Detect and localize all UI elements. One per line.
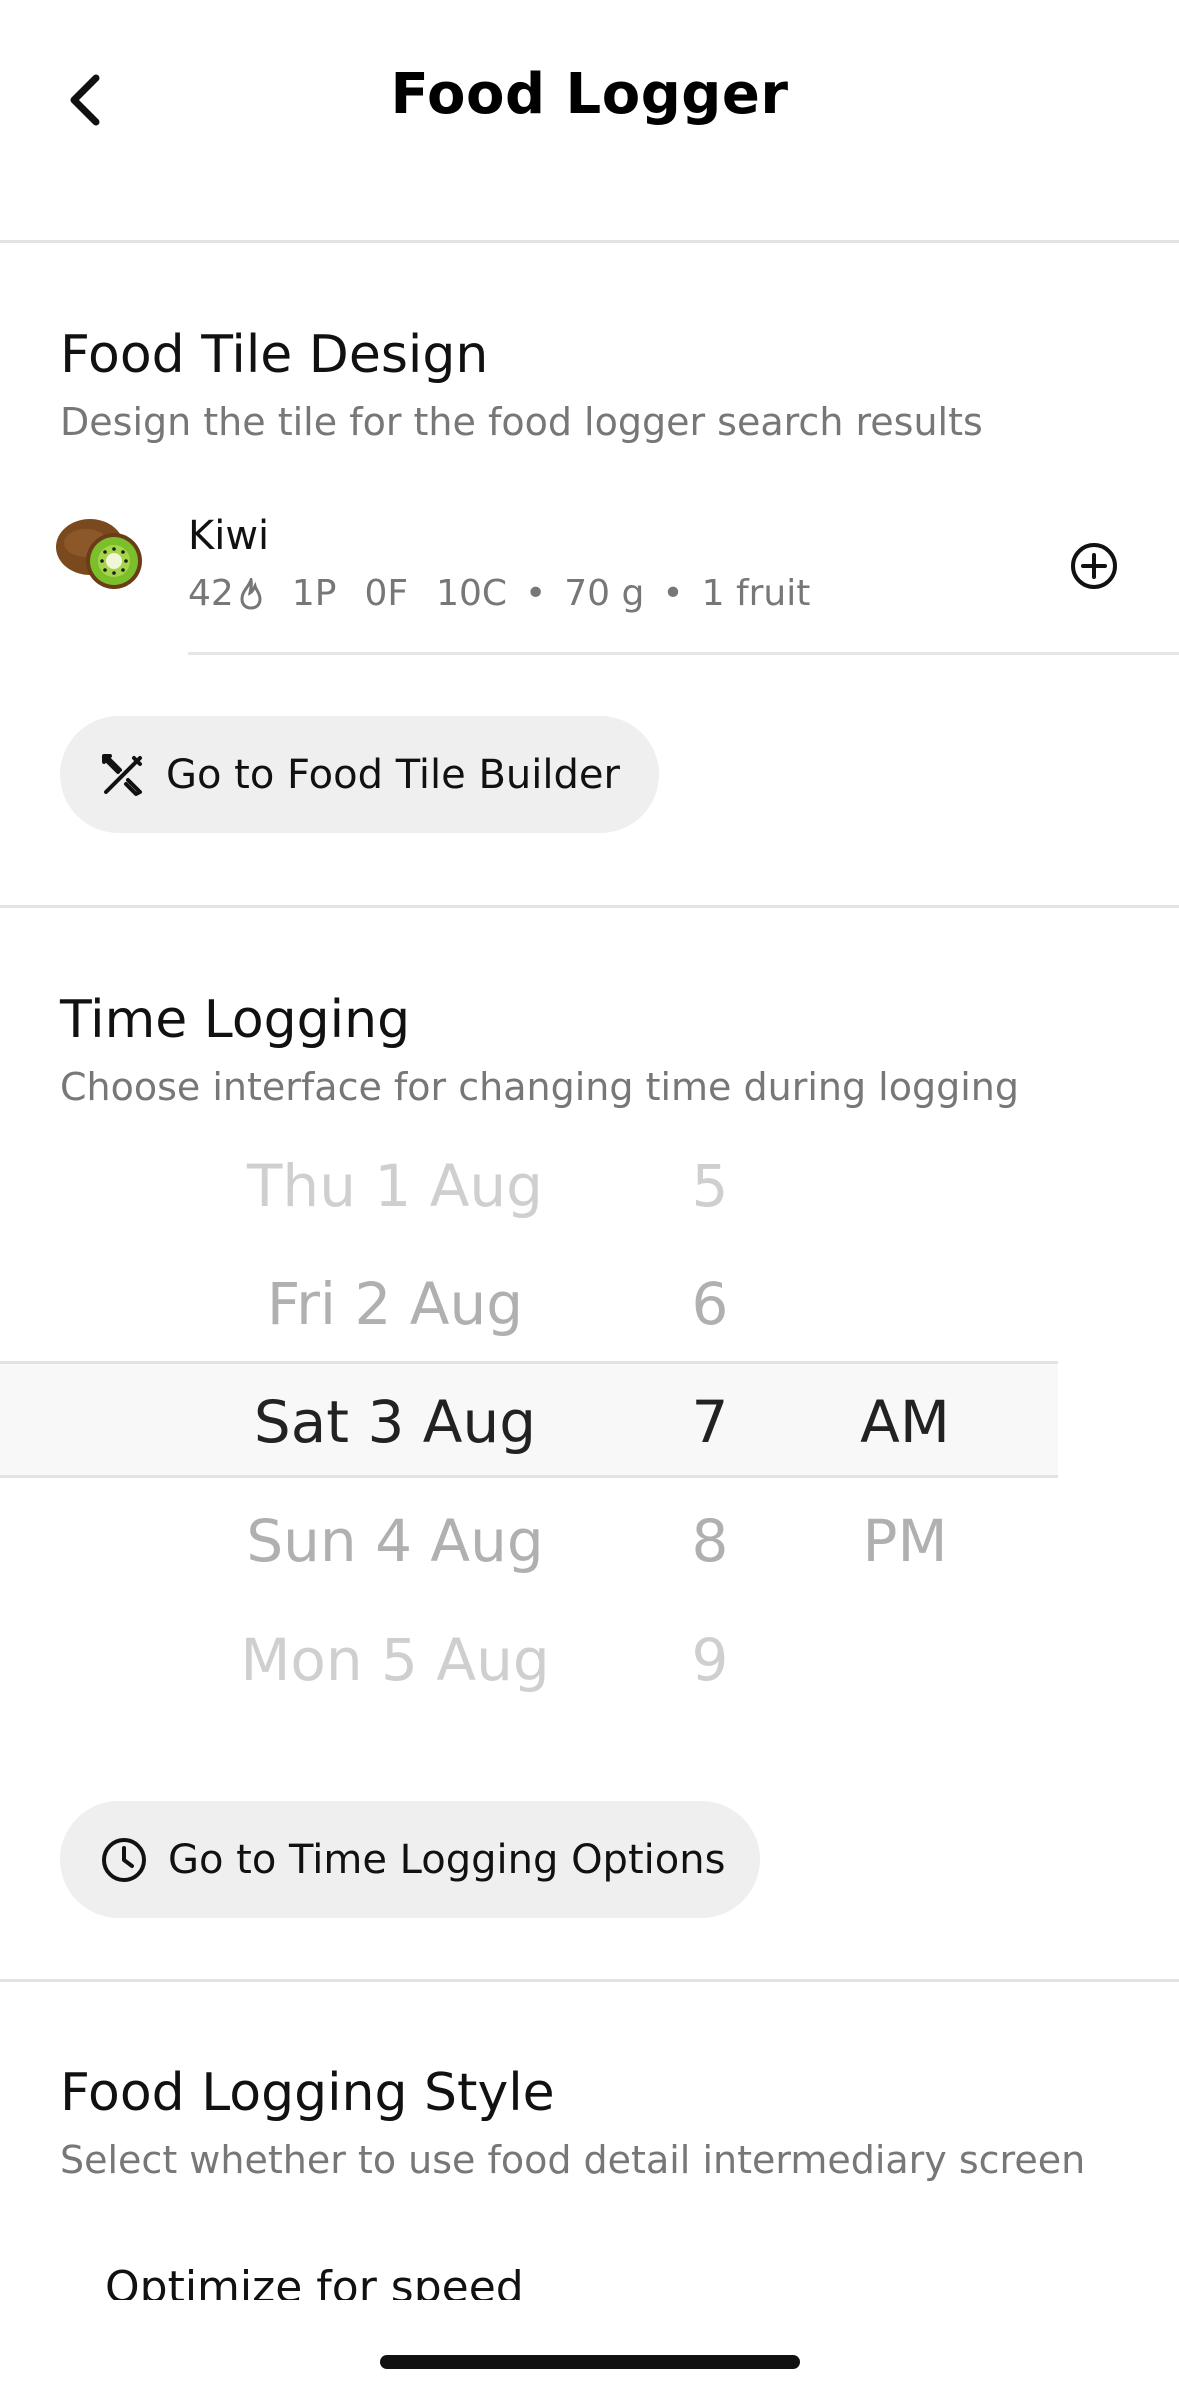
food-logging-style-title: Food Logging Style xyxy=(60,2063,555,2123)
separator-dot: • xyxy=(662,573,684,614)
date-option-selected[interactable]: Sat 3 Aug xyxy=(190,1388,600,1456)
section-divider xyxy=(0,1979,1179,1982)
period-option-selected[interactable]: AM xyxy=(820,1388,990,1456)
time-logging-options-button[interactable]: Go to Time Logging Options xyxy=(60,1801,760,1918)
hour-option[interactable]: 9 xyxy=(640,1626,780,1694)
plus-circle-icon xyxy=(1071,543,1117,589)
flame-icon xyxy=(240,577,262,610)
time-logging-section-title: Time Logging xyxy=(60,990,411,1050)
date-option[interactable]: Mon 5 Aug xyxy=(190,1626,600,1694)
fat-value: 0F xyxy=(364,573,409,614)
food-logging-style-subtitle: Select whether to use food detail interm… xyxy=(60,2138,1086,2182)
section-divider xyxy=(0,905,1179,908)
date-option[interactable]: Thu 1 Aug xyxy=(190,1152,600,1220)
food-tile-builder-label: Go to Food Tile Builder xyxy=(166,751,620,798)
protein-value: 1P xyxy=(291,573,337,614)
food-tile-section-title: Food Tile Design xyxy=(60,325,489,385)
separator-dot: • xyxy=(525,573,547,614)
serving-value: 1 fruit xyxy=(701,573,811,614)
add-food-button[interactable] xyxy=(1068,540,1120,592)
header-divider xyxy=(0,240,1179,243)
hour-option[interactable]: 5 xyxy=(640,1152,780,1220)
carbs-value: 10C xyxy=(436,573,508,614)
home-indicator[interactable] xyxy=(380,2355,800,2369)
time-logging-options-label: Go to Time Logging Options xyxy=(168,1836,726,1883)
kiwi-image xyxy=(52,515,152,595)
date-option[interactable]: Sun 4 Aug xyxy=(190,1507,600,1575)
food-name: Kiwi xyxy=(188,513,270,559)
weight-value: 70 g xyxy=(564,573,645,614)
clock-icon xyxy=(102,1837,146,1882)
period-option[interactable]: PM xyxy=(820,1507,990,1575)
calories-value: 42 xyxy=(188,573,234,614)
tools-icon xyxy=(102,753,142,796)
time-logging-section-subtitle: Choose interface for changing time durin… xyxy=(60,1065,1019,1109)
optimize-for-speed-option[interactable]: Optimize for speed xyxy=(105,2262,524,2300)
food-meta: 42 1P 0F 10C • 70 g • 1 fruit xyxy=(188,573,810,614)
page-title: Food Logger xyxy=(390,62,789,127)
food-tile-builder-button[interactable]: Go to Food Tile Builder xyxy=(60,716,659,833)
hour-option[interactable]: 8 xyxy=(640,1507,780,1575)
hour-option-selected[interactable]: 7 xyxy=(640,1388,780,1456)
date-option[interactable]: Fri 2 Aug xyxy=(190,1270,600,1338)
food-tile-section-subtitle: Design the tile for the food logger sear… xyxy=(60,400,983,444)
hour-option[interactable]: 6 xyxy=(640,1270,780,1338)
tile-divider xyxy=(188,652,1179,655)
